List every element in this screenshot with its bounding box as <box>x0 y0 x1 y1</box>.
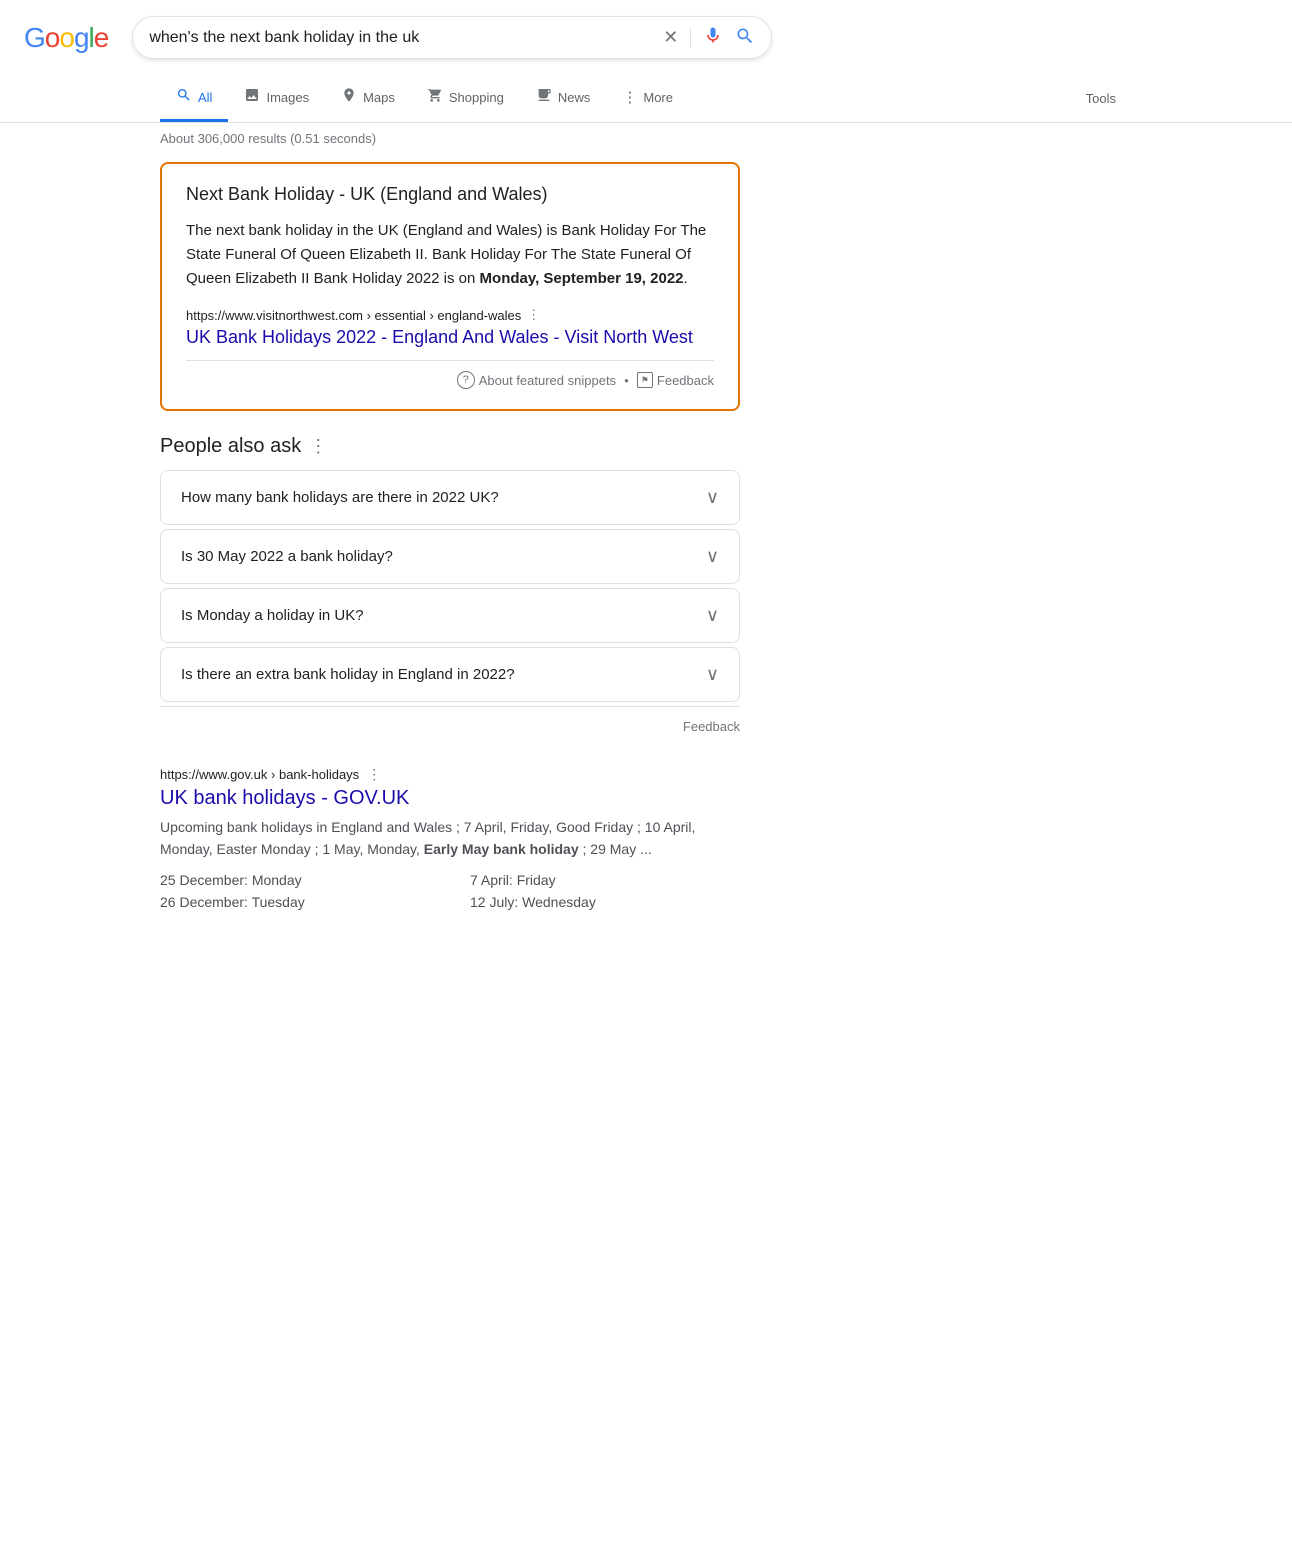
chevron-down-icon-2: ∨ <box>706 605 719 626</box>
tab-news[interactable]: News <box>520 75 607 122</box>
tab-news-label: News <box>558 90 591 105</box>
paa-question-0: How many bank holidays are there in 2022… <box>181 489 499 506</box>
footer-dot: ● <box>624 376 629 385</box>
header: Google ✕ <box>0 0 1292 75</box>
tab-all-label: All <box>198 90 212 105</box>
tab-all[interactable]: All <box>160 75 228 122</box>
result-url-row: https://www.gov.uk › bank-holidays ⋮ <box>160 766 740 783</box>
feedback-icon: ⚑ <box>637 372 653 388</box>
shopping-icon <box>427 87 443 107</box>
paa-dots-icon[interactable]: ⋮ <box>309 436 327 457</box>
tab-more[interactable]: ⋮ More <box>606 76 689 121</box>
feedback-button[interactable]: ⚑ Feedback <box>637 372 714 388</box>
search-bar: ✕ <box>132 16 772 59</box>
snippet-footer: ? About featured snippets ● ⚑ Feedback <box>186 360 714 389</box>
tab-more-label: More <box>643 90 673 105</box>
clear-icon[interactable]: ✕ <box>663 27 678 48</box>
more-dots-icon: ⋮ <box>622 88 637 106</box>
tools-button[interactable]: Tools <box>1070 79 1132 118</box>
result-desc-bold: Early May bank holiday <box>424 841 579 857</box>
snippet-body: The next bank holiday in the UK (England… <box>186 219 714 291</box>
people-also-ask: People also ask ⋮ How many bank holidays… <box>160 435 740 742</box>
tab-images-label: Images <box>266 90 309 105</box>
result-table: 25 December: Monday 7 April: Friday 26 D… <box>160 870 740 912</box>
paa-item-2[interactable]: Is Monday a holiday in UK? ∨ <box>160 588 740 643</box>
table-cell-1-right: 12 July: Wednesday <box>470 892 740 912</box>
result-description: Upcoming bank holidays in England and Wa… <box>160 816 740 860</box>
search-icon[interactable] <box>735 26 755 49</box>
table-cell-0-right: 7 April: Friday <box>470 870 740 890</box>
results-count: About 306,000 results (0.51 seconds) <box>0 123 1292 154</box>
nav-tabs: All Images Maps Shopping News ⋮ More Too… <box>0 75 1292 123</box>
paa-question-2: Is Monday a holiday in UK? <box>181 607 364 624</box>
snippet-bold-date: Monday, September 19, 2022 <box>480 270 684 287</box>
tab-images[interactable]: Images <box>228 75 325 122</box>
paa-question-1: Is 30 May 2022 a bank holiday? <box>181 548 393 565</box>
snippet-link[interactable]: UK Bank Holidays 2022 - England And Wale… <box>186 327 714 348</box>
tab-shopping[interactable]: Shopping <box>411 75 520 122</box>
snippet-body-end: . <box>684 270 688 287</box>
tab-maps[interactable]: Maps <box>325 75 411 122</box>
snippet-source-row: https://www.visitnorthwest.com › essenti… <box>186 307 714 323</box>
chevron-down-icon-1: ∨ <box>706 546 719 567</box>
maps-icon <box>341 87 357 107</box>
table-cell-0-left: 25 December: Monday <box>160 870 430 890</box>
paa-item-0[interactable]: How many bank holidays are there in 2022… <box>160 470 740 525</box>
about-snippets-label: About featured snippets <box>479 373 616 388</box>
tab-maps-label: Maps <box>363 90 395 105</box>
all-icon <box>176 87 192 107</box>
question-icon: ? <box>457 371 475 389</box>
result-url: https://www.gov.uk › bank-holidays <box>160 767 359 782</box>
chevron-down-icon-3: ∨ <box>706 664 719 685</box>
snippet-menu-dots[interactable]: ⋮ <box>527 307 540 323</box>
news-icon <box>536 87 552 107</box>
paa-feedback-button[interactable]: Feedback <box>160 711 740 742</box>
chevron-down-icon-0: ∨ <box>706 487 719 508</box>
images-icon <box>244 87 260 107</box>
search-input[interactable] <box>149 29 651 47</box>
search-result-0: https://www.gov.uk › bank-holidays ⋮ UK … <box>160 766 740 912</box>
feedback-label: Feedback <box>657 373 714 388</box>
paa-title: People also ask <box>160 435 301 458</box>
about-snippets-button[interactable]: ? About featured snippets <box>457 371 616 389</box>
paa-item-1[interactable]: Is 30 May 2022 a bank holiday? ∨ <box>160 529 740 584</box>
microphone-icon[interactable] <box>703 25 723 50</box>
result-menu-dots[interactable]: ⋮ <box>367 766 381 783</box>
snippet-url: https://www.visitnorthwest.com › essenti… <box>186 308 521 323</box>
paa-header: People also ask ⋮ <box>160 435 740 458</box>
google-logo: Google <box>24 22 108 54</box>
tab-shopping-label: Shopping <box>449 90 504 105</box>
snippet-heading: Next Bank Holiday - UK (England and Wale… <box>186 184 714 205</box>
divider <box>690 28 691 48</box>
paa-divider <box>160 706 740 707</box>
featured-snippet: Next Bank Holiday - UK (England and Wale… <box>160 162 740 411</box>
result-desc-end: ; 29 May ... <box>579 841 652 857</box>
result-title[interactable]: UK bank holidays - GOV.UK <box>160 787 740 810</box>
table-cell-1-left: 26 December: Tuesday <box>160 892 430 912</box>
main-content: Next Bank Holiday - UK (England and Wale… <box>0 162 900 912</box>
paa-item-3[interactable]: Is there an extra bank holiday in Englan… <box>160 647 740 702</box>
paa-question-3: Is there an extra bank holiday in Englan… <box>181 666 515 683</box>
